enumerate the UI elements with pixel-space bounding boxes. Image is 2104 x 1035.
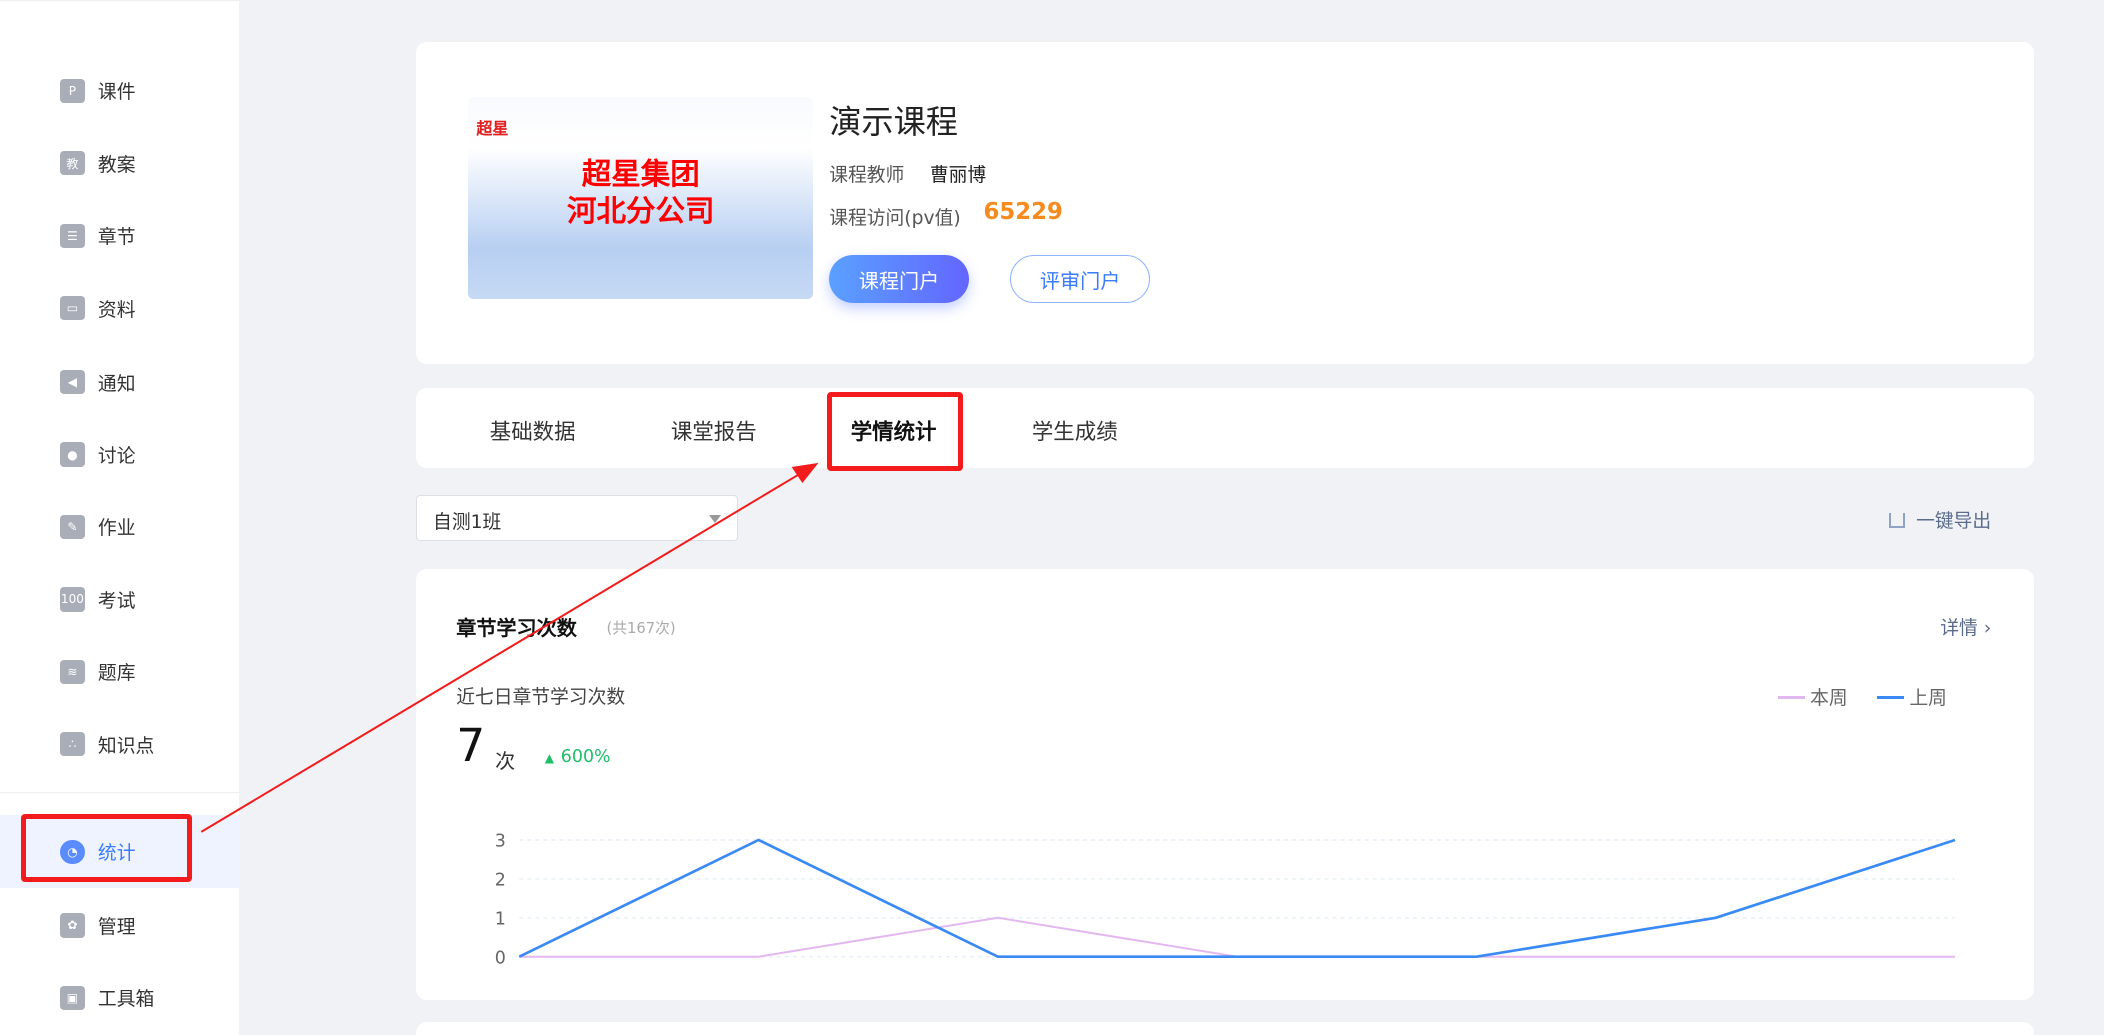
annotation-arrow — [200, 462, 819, 833]
